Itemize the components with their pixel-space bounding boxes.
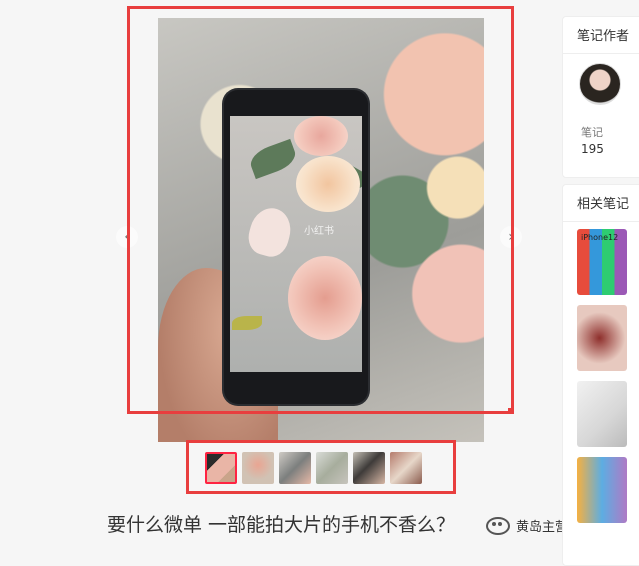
author-card-title: 笔记作者 xyxy=(563,17,639,54)
thumbnail-item[interactable] xyxy=(353,452,385,484)
thumbnail-item[interactable] xyxy=(242,452,274,484)
author-card: 笔记作者 笔记 195 xyxy=(562,16,639,178)
thumbnail-item[interactable] xyxy=(390,452,422,484)
related-note-caption: iPhone12 xyxy=(581,233,619,242)
chevron-right-icon: › xyxy=(508,229,514,245)
thumbnail-item[interactable] xyxy=(316,452,348,484)
phone-screen: 小红书 xyxy=(230,116,362,372)
thumbnail-item[interactable] xyxy=(205,452,237,484)
related-note-item[interactable] xyxy=(577,305,627,371)
chevron-left-icon: ‹ xyxy=(124,229,130,245)
notes-count-value: 195 xyxy=(581,142,604,156)
photo-watermark-text: 小红书 xyxy=(304,226,334,237)
thumbnail-item[interactable] xyxy=(279,452,311,484)
prev-image-button[interactable]: ‹ xyxy=(116,226,138,248)
author-avatar[interactable] xyxy=(579,63,621,105)
related-note-item[interactable] xyxy=(577,457,627,523)
related-notes-card: 相关笔记 iPhone12 xyxy=(562,184,639,566)
annotation-handle xyxy=(508,408,514,414)
wechat-icon xyxy=(486,516,510,535)
related-card-title: 相关笔记 xyxy=(563,185,639,222)
note-image-viewer[interactable]: 小红书 xyxy=(158,18,484,442)
notes-count-label: 笔记 xyxy=(581,126,603,139)
related-note-item[interactable] xyxy=(577,381,627,447)
phone-in-photo: 小红书 xyxy=(224,90,368,404)
next-image-button[interactable]: › xyxy=(500,226,522,248)
thumbnail-strip xyxy=(205,452,422,484)
note-title: 要什么微单 一部能拍大片的手机不香么？ xyxy=(107,514,456,536)
